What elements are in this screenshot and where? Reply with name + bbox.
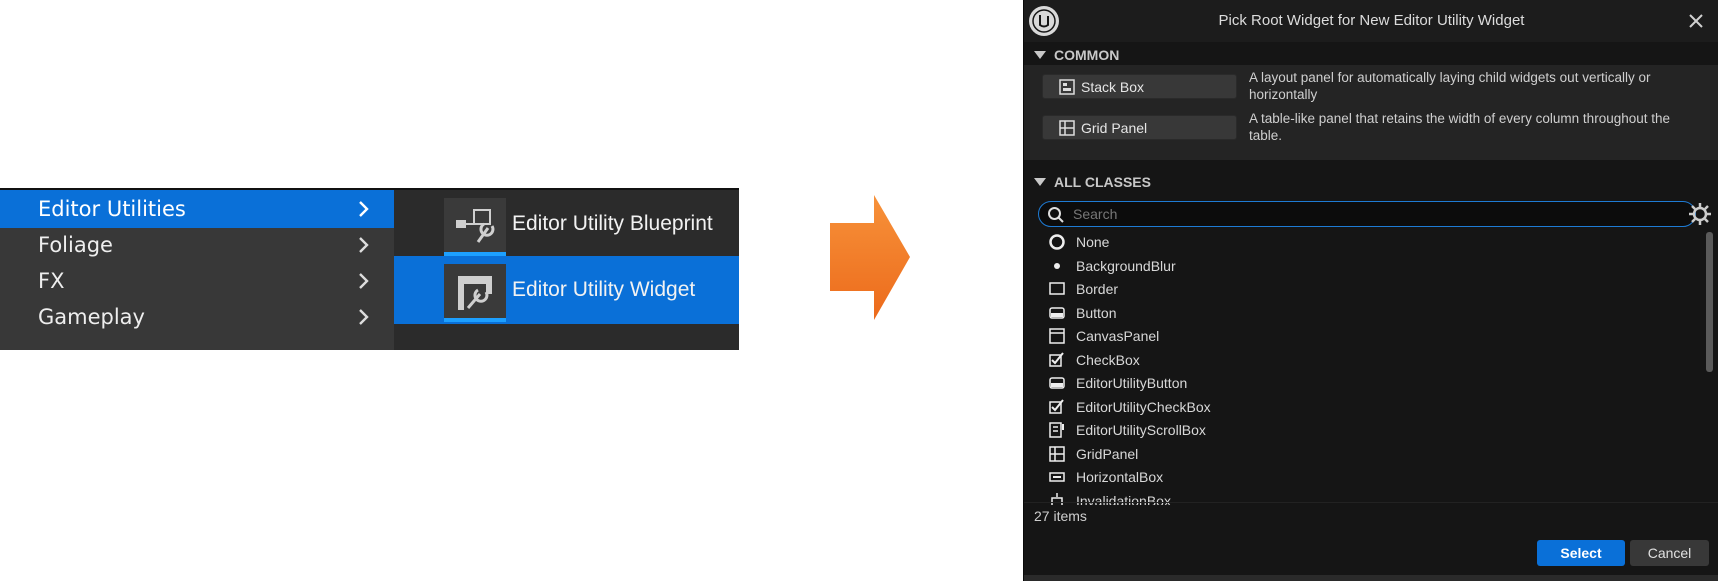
footer-divider bbox=[1024, 502, 1718, 503]
list-item[interactable]: HorizontalBox bbox=[1048, 465, 1163, 489]
menu-item-editor-utilities[interactable]: Editor Utilities bbox=[0, 190, 394, 228]
editor-utility-widget-icon bbox=[444, 264, 506, 322]
close-icon[interactable] bbox=[1687, 12, 1705, 30]
list-item[interactable]: Border bbox=[1048, 277, 1118, 301]
grid-panel-description: A table-like panel that retains the widt… bbox=[1249, 111, 1671, 143]
search-icon bbox=[1048, 207, 1064, 223]
submenu-item-label: Editor Utility Widget bbox=[512, 278, 696, 301]
dot-icon bbox=[1048, 257, 1066, 275]
submenu-item-editor-utility-widget[interactable]: Editor Utility Widget bbox=[394, 256, 739, 324]
canvas-panel-icon bbox=[1048, 327, 1066, 345]
menu-item-gameplay[interactable]: Gameplay bbox=[0, 298, 394, 336]
chevron-right-icon bbox=[359, 237, 369, 253]
chevron-right-icon bbox=[359, 201, 369, 217]
section-header-label: ALL CLASSES bbox=[1054, 174, 1151, 190]
collapse-triangle-icon bbox=[1034, 178, 1046, 186]
menu-item-label: Foliage bbox=[38, 233, 113, 257]
dialog-titlebar: Pick Root Widget for New Editor Utility … bbox=[1024, 0, 1718, 42]
list-item[interactable]: CheckBox bbox=[1048, 348, 1140, 372]
list-item[interactable]: GridPanel bbox=[1048, 442, 1138, 466]
common-section: Stack Box A layout panel for automatical… bbox=[1024, 65, 1718, 160]
stack-box-description: A layout panel for automatically laying … bbox=[1249, 70, 1651, 102]
cancel-button[interactable]: Cancel bbox=[1630, 540, 1709, 566]
section-header-all-classes[interactable]: ALL CLASSES bbox=[1034, 171, 1151, 193]
list-item[interactable]: EditorUtilityButton bbox=[1048, 371, 1187, 395]
search-input[interactable] bbox=[1071, 204, 1681, 224]
bottom-strip bbox=[1024, 575, 1718, 581]
editor-utility-blueprint-icon bbox=[444, 198, 506, 256]
select-button[interactable]: Select bbox=[1537, 540, 1625, 566]
list-item[interactable]: EditorUtilityCheckBox bbox=[1048, 395, 1211, 419]
section-header-common[interactable]: COMMON bbox=[1034, 44, 1119, 66]
grid-panel-icon bbox=[1059, 120, 1075, 136]
button-icon bbox=[1048, 304, 1066, 322]
list-item[interactable]: EditorUtilityScrollBox bbox=[1048, 418, 1206, 442]
pick-root-widget-dialog: Pick Root Widget for New Editor Utility … bbox=[1023, 0, 1718, 581]
context-submenu: Editor Utility Blueprint Editor Utility … bbox=[394, 188, 739, 350]
grid-panel-icon bbox=[1048, 445, 1066, 463]
ring-icon bbox=[1048, 233, 1066, 251]
dialog-title: Pick Root Widget for New Editor Utility … bbox=[1218, 12, 1525, 29]
chevron-right-icon bbox=[359, 273, 369, 289]
stack-box-button[interactable]: Stack Box bbox=[1042, 74, 1237, 99]
border-icon bbox=[1048, 280, 1066, 298]
list-item[interactable]: CanvasPanel bbox=[1048, 324, 1159, 348]
button-icon bbox=[1048, 374, 1066, 392]
collapse-triangle-icon bbox=[1034, 51, 1046, 59]
section-header-label: COMMON bbox=[1054, 47, 1120, 63]
list-item[interactable]: Button bbox=[1048, 301, 1116, 325]
checkbox-icon bbox=[1048, 398, 1066, 416]
arrow-right-icon bbox=[830, 195, 910, 320]
grid-panel-button[interactable]: Grid Panel bbox=[1042, 115, 1237, 140]
scroll-box-icon bbox=[1048, 421, 1066, 439]
menu-item-fx[interactable]: FX bbox=[0, 262, 394, 300]
class-list: None BackgroundBlur Border Button Canvas… bbox=[1024, 230, 1699, 505]
menu-item-label: Editor Utilities bbox=[38, 197, 186, 221]
context-menu: Editor Utilities Foliage FX Gameplay bbox=[0, 188, 394, 350]
submenu-item-editor-utility-blueprint[interactable]: Editor Utility Blueprint bbox=[394, 190, 739, 258]
checkbox-icon bbox=[1048, 351, 1066, 369]
horizontal-box-icon bbox=[1048, 468, 1066, 486]
menu-item-label: Gameplay bbox=[38, 305, 145, 329]
gear-icon[interactable] bbox=[1688, 202, 1712, 226]
menu-item-foliage[interactable]: Foliage bbox=[0, 226, 394, 264]
search-box[interactable] bbox=[1038, 201, 1696, 227]
list-item[interactable]: BackgroundBlur bbox=[1048, 254, 1176, 278]
list-item[interactable]: None bbox=[1048, 230, 1109, 254]
item-count: 27 items bbox=[1034, 508, 1087, 524]
chevron-right-icon bbox=[359, 309, 369, 325]
list-scrollbar[interactable] bbox=[1706, 232, 1713, 372]
submenu-item-label: Editor Utility Blueprint bbox=[512, 212, 713, 235]
menu-item-label: FX bbox=[38, 269, 65, 293]
stack-box-icon bbox=[1059, 79, 1075, 95]
